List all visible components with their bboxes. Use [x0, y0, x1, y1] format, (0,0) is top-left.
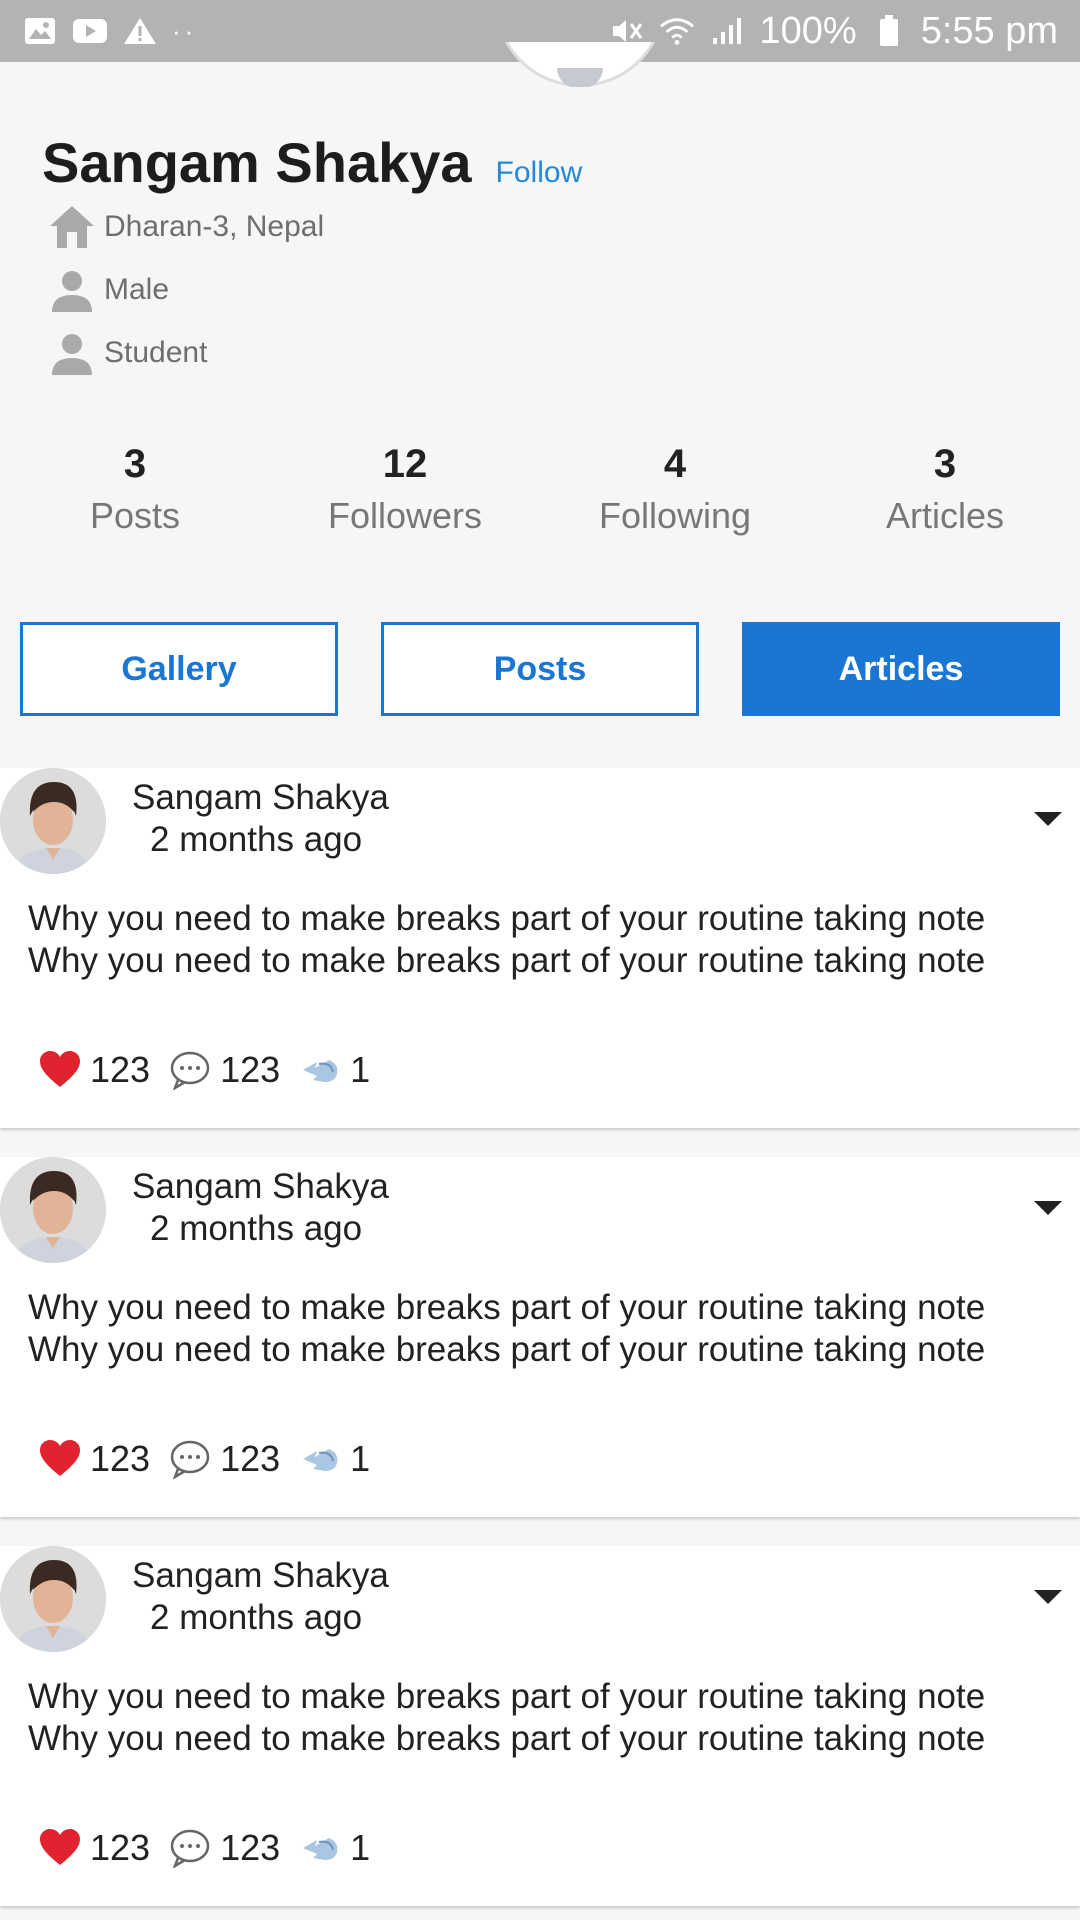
stat-value: 12	[382, 442, 428, 486]
post-reactions: 123 123 1	[38, 1437, 388, 1481]
heart-icon[interactable]	[38, 1048, 82, 1092]
post-line: Why you need to make breaks part of your…	[28, 1719, 986, 1758]
profile-gender: Male	[48, 267, 169, 313]
post-body[interactable]: Why you need to make breaks part of your…	[28, 898, 1058, 982]
post-line: Why you need to make breaks part of your…	[28, 1677, 986, 1716]
stat-value: 4	[663, 442, 687, 486]
gallery-notification-icon	[22, 16, 58, 46]
author-avatar[interactable]	[0, 1157, 106, 1263]
share-count: 1	[350, 1827, 371, 1868]
tab-gallery[interactable]: Gallery	[20, 622, 338, 716]
gender-text: Male	[104, 273, 170, 306]
post-body[interactable]: Why you need to make breaks part of your…	[28, 1676, 1058, 1760]
post-line: Why you need to make breaks part of your…	[28, 899, 986, 938]
post-line: Why you need to make breaks part of your…	[28, 941, 986, 980]
author-avatar[interactable]	[0, 768, 106, 874]
heart-icon[interactable]	[38, 1826, 82, 1870]
author-name[interactable]: Sangam Shakya	[132, 1556, 389, 1596]
heart-icon[interactable]	[38, 1437, 82, 1481]
comment-icon[interactable]	[168, 1826, 212, 1870]
comment-count: 123	[220, 1049, 281, 1090]
stat-following[interactable]: 4 Following	[540, 442, 810, 537]
post-time: 2 months ago	[150, 1598, 363, 1637]
post-reactions: 123 123 1	[38, 1826, 388, 1870]
location-text: Dharan-3, Nepal	[104, 210, 325, 243]
stat-articles[interactable]: 3 Articles	[810, 442, 1080, 537]
more-notifications-icon: ··	[172, 15, 198, 46]
profile-name: Sangam Shakya	[42, 131, 472, 194]
comment-icon[interactable]	[168, 1437, 212, 1481]
stat-posts[interactable]: 3 Posts	[0, 442, 270, 537]
battery-icon	[871, 15, 907, 46]
share-icon[interactable]	[298, 1048, 342, 1092]
like-count: 123	[90, 1438, 151, 1479]
profile-stats: 3 Posts 12 Followers 4 Following 3 Artic…	[0, 442, 1080, 537]
warning-icon	[122, 16, 158, 46]
comment-count: 123	[220, 1827, 281, 1868]
post-time: 2 months ago	[150, 1209, 363, 1248]
like-count: 123	[90, 1049, 151, 1090]
clock: 5:55 pm	[920, 9, 1058, 52]
profile-occupation: Student	[48, 330, 207, 376]
stat-followers[interactable]: 12 Followers	[270, 442, 540, 537]
stat-value: 3	[933, 442, 957, 486]
dropdown-caret-icon[interactable]	[1034, 1201, 1062, 1215]
like-count: 123	[90, 1827, 151, 1868]
post-body[interactable]: Why you need to make breaks part of your…	[28, 1287, 1058, 1371]
person-icon	[48, 330, 96, 376]
signal-icon	[709, 16, 745, 46]
tab-posts[interactable]: Posts	[381, 622, 699, 716]
share-count: 1	[350, 1049, 371, 1090]
share-icon[interactable]	[298, 1437, 342, 1481]
post-reactions: 123 123 1	[38, 1048, 388, 1092]
comment-icon[interactable]	[168, 1048, 212, 1092]
post-line: Why you need to make breaks part of your…	[28, 1288, 986, 1327]
article-card[interactable]: Sangam Shakya 2 months ago Why you need …	[0, 1546, 1080, 1906]
dropdown-caret-icon[interactable]	[1034, 812, 1062, 826]
author-name[interactable]: Sangam Shakya	[132, 1167, 389, 1207]
follow-button[interactable]: Follow	[496, 156, 583, 190]
share-icon[interactable]	[298, 1826, 342, 1870]
dropdown-caret-icon[interactable]	[1034, 1590, 1062, 1604]
youtube-notification-icon	[72, 16, 108, 46]
person-icon	[48, 267, 96, 313]
post-line: Why you need to make breaks part of your…	[28, 1330, 986, 1369]
home-icon	[48, 204, 96, 250]
profile-location: Dharan-3, Nepal	[48, 204, 324, 250]
occupation-text: Student	[104, 336, 208, 369]
article-card[interactable]: Sangam Shakya 2 months ago Why you need …	[0, 768, 1080, 1128]
author-avatar[interactable]	[0, 1546, 106, 1652]
stat-label: Following	[598, 495, 752, 536]
profile-avatar[interactable]	[495, 42, 665, 87]
profile-tabs: Gallery Posts Articles	[20, 622, 1060, 716]
stat-label: Posts	[89, 495, 181, 536]
tab-articles[interactable]: Articles	[742, 622, 1060, 716]
stat-label: Followers	[327, 495, 483, 536]
stat-label: Articles	[885, 495, 1005, 536]
battery-percentage: 100%	[759, 9, 857, 52]
stat-value: 3	[123, 442, 147, 486]
comment-count: 123	[220, 1438, 281, 1479]
share-count: 1	[350, 1438, 371, 1479]
author-name[interactable]: Sangam Shakya	[132, 778, 389, 818]
article-card[interactable]: Sangam Shakya 2 months ago Why you need …	[0, 1157, 1080, 1517]
post-time: 2 months ago	[150, 820, 363, 859]
